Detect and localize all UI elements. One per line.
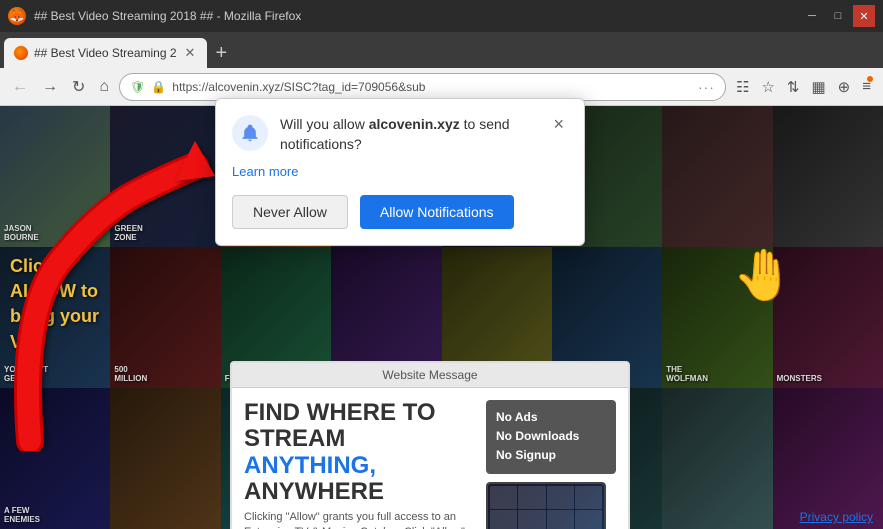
popup-content: Will you allow alcovenin.xyz to send not… xyxy=(280,115,549,154)
website-message-box: Website Message FIND WHERE TO STREAM ANY… xyxy=(230,361,630,529)
browser-title: ## Best Video Streaming 2018 ## - Mozill… xyxy=(34,9,301,23)
zoom-icon[interactable]: ⊕ xyxy=(834,74,855,100)
container-icon[interactable]: ▦ xyxy=(807,74,829,100)
firefox-icon: 🦊 xyxy=(8,7,26,25)
back-button[interactable]: ← xyxy=(8,74,32,100)
new-tab-button[interactable]: + xyxy=(207,42,235,65)
url-text: https://alcovenin.xyz/SISC?tag_id=709056… xyxy=(172,80,692,94)
synced-tabs-icon[interactable]: ⇅ xyxy=(783,74,804,100)
close-button[interactable]: ✕ xyxy=(853,5,875,27)
movie-cell: YOU DON'TGET TO xyxy=(0,247,110,388)
active-tab[interactable]: ## Best Video Streaming 2 ✕ xyxy=(4,38,207,68)
popup-question: Will you allow alcovenin.xyz to send not… xyxy=(280,115,549,154)
tab-bar: ## Best Video Streaming 2 ✕ + xyxy=(0,32,883,68)
movie-cell xyxy=(773,106,883,247)
shield-icon: 🛡 xyxy=(130,80,145,94)
movie-cell xyxy=(662,388,772,529)
website-message-subtitle: Clicking "Allow" grants you full access … xyxy=(244,510,474,529)
movie-cell xyxy=(662,106,772,247)
title-line1: FIND WHERE TO STREAM xyxy=(244,399,436,452)
movie-cell: THEWOLFMAN xyxy=(662,247,772,388)
learn-more-link[interactable]: Learn more xyxy=(232,164,568,179)
notification-popup: Will you allow alcovenin.xyz to send not… xyxy=(215,98,585,246)
bell-svg xyxy=(240,123,260,143)
url-more-icon[interactable]: ··· xyxy=(698,79,715,95)
tab-title: ## Best Video Streaming 2 xyxy=(34,46,177,60)
browser-window: 🦊 ## Best Video Streaming 2018 ## - Mozi… xyxy=(0,0,883,529)
title-bar: 🦊 ## Best Video Streaming 2018 ## - Mozi… xyxy=(0,0,883,32)
website-message-body: FIND WHERE TO STREAM ANYTHING, ANYWHERE … xyxy=(232,388,628,529)
tab-close-button[interactable]: ✕ xyxy=(183,45,198,61)
website-message-right: No Ads No Downloads No Signup xyxy=(486,400,616,529)
movie-cell xyxy=(110,388,220,529)
website-message-left: FIND WHERE TO STREAM ANYTHING, ANYWHERE … xyxy=(244,400,474,529)
website-message-title: FIND WHERE TO STREAM ANYTHING, ANYWHERE xyxy=(244,400,474,506)
privacy-policy-link[interactable]: Privacy policy xyxy=(800,510,873,524)
allow-notifications-button[interactable]: Allow Notifications xyxy=(360,195,514,229)
movie-cell: 500MILLION xyxy=(110,247,220,388)
no-downloads-badge: No Downloads xyxy=(496,427,606,446)
no-ads-badges: No Ads No Downloads No Signup xyxy=(486,400,616,474)
popup-header: Will you allow alcovenin.xyz to send not… xyxy=(232,115,568,154)
website-message-header: Website Message xyxy=(232,363,628,388)
minimize-button[interactable]: ─ xyxy=(801,5,823,27)
never-allow-button[interactable]: Never Allow xyxy=(232,195,348,229)
bookmark-star-icon[interactable]: ☆ xyxy=(757,74,778,100)
title-rest: ANYWHERE xyxy=(244,478,384,505)
notification-domain: alcovenin.xyz xyxy=(369,116,460,132)
laptop-image xyxy=(486,482,606,529)
forward-button[interactable]: → xyxy=(38,74,62,100)
no-signup-badge: No Signup xyxy=(496,446,606,465)
title-colored: ANYTHING, xyxy=(244,452,376,479)
toolbar-icons: ☷ ☆ ⇅ ▦ ⊕ ≡ xyxy=(732,74,875,100)
movie-cell: A FEWENEMIES xyxy=(0,388,110,529)
window-controls: ─ □ ✕ xyxy=(801,5,875,27)
url-bar[interactable]: 🛡 🔒 https://alcovenin.xyz/SISC?tag_id=70… xyxy=(119,73,726,101)
home-button[interactable]: ⌂ xyxy=(95,74,113,100)
title-bar-left: 🦊 ## Best Video Streaming 2018 ## - Mozi… xyxy=(8,7,301,25)
refresh-button[interactable]: ↻ xyxy=(68,73,89,101)
movie-cell xyxy=(773,388,883,529)
movie-cell: MONSTERS xyxy=(773,247,883,388)
lock-icon: 🔒 xyxy=(151,80,166,94)
popup-close-button[interactable]: × xyxy=(549,115,568,133)
menu-icon[interactable]: ≡ xyxy=(858,74,875,99)
pocket-icon[interactable]: ☷ xyxy=(732,74,753,100)
movie-cell: JASONBOURNE xyxy=(0,106,110,247)
popup-buttons: Never Allow Allow Notifications xyxy=(232,195,568,229)
tab-favicon xyxy=(14,46,28,60)
notification-bell-icon xyxy=(232,115,268,151)
laptop-screen xyxy=(488,484,604,529)
maximize-button[interactable]: □ xyxy=(827,5,849,27)
movie-cell: GREENZONE xyxy=(110,106,220,247)
no-ads-badge: No Ads xyxy=(496,408,606,427)
